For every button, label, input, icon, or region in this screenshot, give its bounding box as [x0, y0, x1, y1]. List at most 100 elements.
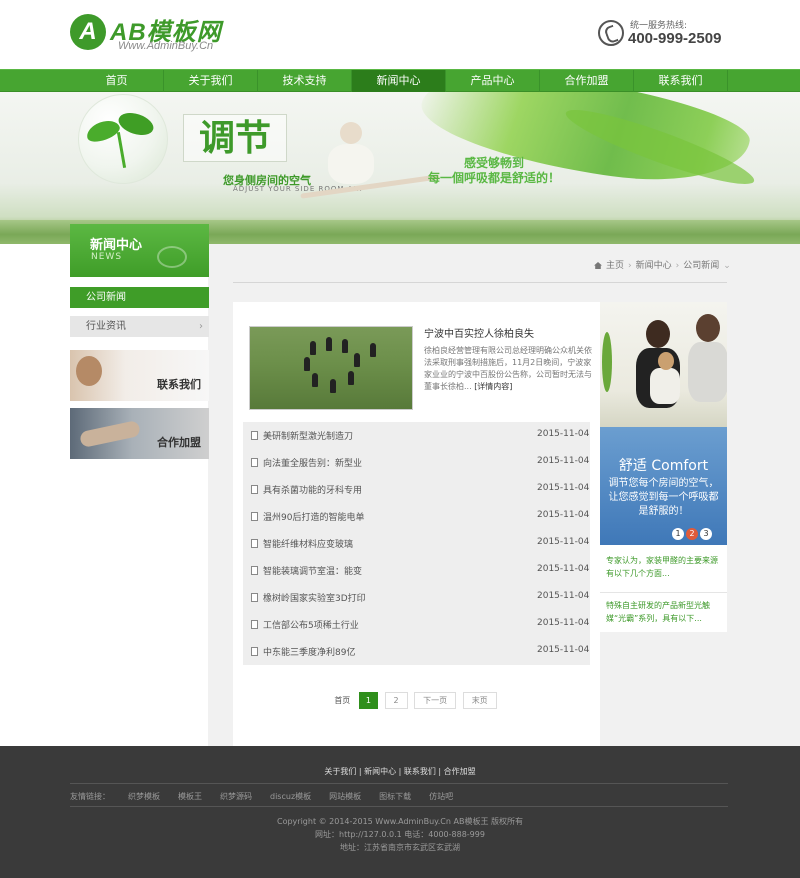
pagination: 首页 1 2 下一页 末页 — [233, 692, 600, 710]
breadcrumb-home[interactable]: 主页 — [606, 261, 624, 271]
sidebar-item-industry-news[interactable]: 行业资讯 › — [70, 316, 209, 337]
document-icon — [251, 431, 258, 440]
news-title[interactable]: 智能纤维材料应变玻璃 — [263, 537, 353, 550]
nav-item-support[interactable]: 技术支持 — [258, 70, 352, 92]
slider-dot[interactable]: 3 — [700, 528, 712, 540]
featured-news-title[interactable]: 宁波中百实控人徐柏良失 — [424, 325, 534, 340]
friend-links: 友情链接： 织梦模板 模板王 织梦源码 discuz模板 网站模板 图标下载 仿站吧 — [70, 791, 471, 802]
breadcrumb-news[interactable]: 新闻中心 — [636, 261, 672, 271]
chevron-right-icon: › — [199, 321, 203, 332]
footer-link-separator: | — [396, 767, 404, 776]
logo-subtitle: Www.AdminBuy.Cn — [118, 40, 214, 52]
person-head — [658, 352, 674, 370]
list-item[interactable]: 温州90后打造的智能电单 2015-11-04 — [243, 503, 590, 530]
person-figure — [348, 371, 354, 385]
sidebar-title-en: NEWS — [91, 252, 123, 262]
featured-news-more-link[interactable]: [详情内容] — [474, 382, 512, 391]
footer-link-contact[interactable]: 联系我们 — [404, 767, 436, 776]
comfort-ad[interactable]: 舒适 Comfort 调节您每个房间的空气，让您感觉到每一个呼吸都是舒服的！ 1… — [600, 427, 727, 545]
person-figure — [342, 339, 348, 353]
sidebar-header: 新闻中心 NEWS — [70, 224, 209, 277]
pagination-page[interactable]: 2 — [384, 692, 408, 709]
list-item[interactable]: 橡树岭国家实验室3D打印 2015-11-04 — [243, 584, 590, 611]
contact-us-ad[interactable]: 联系我们 — [70, 350, 209, 401]
news-title[interactable]: 橡树岭国家实验室3D打印 — [263, 591, 366, 604]
news-date: 2015-11-04 — [537, 429, 590, 439]
news-title[interactable]: 美研制新型激光制造刀 — [263, 429, 353, 442]
breadcrumb-company-news[interactable]: 公司新闻 — [683, 261, 719, 271]
join-us-ad-label: 合作加盟 — [157, 436, 201, 449]
news-date: 2015-11-04 — [537, 645, 590, 655]
sidebar-item-company-news[interactable]: 公司新闻 — [70, 287, 209, 308]
friend-link[interactable]: 织梦源码 — [220, 792, 252, 801]
side-news-item[interactable]: 特殊自主研发的产品新型光触媒“光霸”系列，具有以下... — [600, 599, 727, 625]
banner-slogan-line2: 每一個呼吸都是舒适的！ — [428, 171, 561, 185]
friend-link[interactable]: 仿站吧 — [429, 792, 453, 801]
footer-link-about[interactable]: 关于我们 — [324, 767, 356, 776]
friend-link[interactable]: 网站模板 — [329, 792, 361, 801]
document-icon — [251, 539, 258, 548]
list-item[interactable]: 具有杀菌功能的牙科专用 2015-11-04 — [243, 476, 590, 503]
slider-dot-active[interactable]: 2 — [686, 528, 698, 540]
comfort-ad-title: 舒适 Comfort — [618, 458, 709, 474]
footer-link-join[interactable]: 合作加盟 — [444, 767, 476, 776]
footer-link-news[interactable]: 新闻中心 — [364, 767, 396, 776]
pagination-first[interactable]: 首页 — [334, 695, 350, 706]
list-item[interactable]: 中东能三季度净利89亿 2015-11-04 — [243, 638, 590, 665]
nav-item-about[interactable]: 关于我们 — [164, 70, 258, 92]
list-item[interactable]: 智能纤维材料应变玻璃 2015-11-04 — [243, 530, 590, 557]
news-title[interactable]: 温州90后打造的智能电单 — [263, 510, 364, 523]
join-us-ad[interactable]: 合作加盟 — [70, 408, 209, 459]
friend-link[interactable]: discuz模板 — [270, 792, 311, 801]
news-date: 2015-11-04 — [537, 591, 590, 601]
slider-dot[interactable]: 1 — [672, 528, 684, 540]
news-date: 2015-11-04 — [537, 537, 590, 547]
list-item[interactable]: 美研制新型激光制造刀 2015-11-04 — [243, 422, 590, 449]
news-title[interactable]: 智能装璃调节室温：能变 — [263, 564, 362, 577]
document-icon — [251, 620, 258, 629]
nav-item-products[interactable]: 产品中心 — [446, 70, 540, 92]
hotline: 统一服务热线: 400-999-2509 — [598, 18, 738, 52]
breadcrumb-separator: › — [628, 261, 632, 271]
news-title[interactable]: 具有杀菌功能的牙科专用 — [263, 483, 362, 496]
right-column: 舒适 Comfort 调节您每个房间的空气，让您感觉到每一个呼吸都是舒服的！ 1… — [600, 302, 727, 632]
friend-link[interactable]: 图标下载 — [379, 792, 411, 801]
pagination-next[interactable]: 下一页 — [414, 692, 457, 709]
home-icon — [594, 262, 602, 269]
side-news-item[interactable]: 专家认为，家装甲醛的主要来源有以下几个方面... — [600, 554, 727, 580]
banner-slogan: 感受够畅到 每一個呼吸都是舒适的！ — [428, 156, 560, 186]
nav-item-contact[interactable]: 联系我们 — [634, 70, 728, 92]
person-figure — [326, 337, 332, 351]
banner-slogan-line1: 感受够畅到 — [464, 156, 525, 170]
person-figure — [310, 341, 316, 355]
nav-item-home[interactable]: 首页 — [70, 70, 164, 92]
news-title[interactable]: 中东能三季度净利89亿 — [263, 645, 355, 658]
dancer-figure — [340, 122, 362, 144]
news-list: 美研制新型激光制造刀 2015-11-04 向法董全服告别：新型业 2015-11-… — [243, 422, 590, 665]
person-head — [696, 314, 720, 342]
nav-item-news[interactable]: 新闻中心 — [352, 70, 446, 92]
document-icon — [251, 512, 258, 521]
hotline-number: 400-999-2509 — [628, 30, 722, 47]
person-figure — [312, 373, 318, 387]
document-icon — [251, 593, 258, 602]
header: A AB模板网 Www.AdminBuy.Cn 统一服务热线: 400-999-… — [0, 0, 800, 69]
list-item[interactable]: 智能装璃调节室温：能变 2015-11-04 — [243, 557, 590, 584]
pagination-last[interactable]: 末页 — [462, 692, 497, 709]
news-title[interactable]: 向法董全服告别：新型业 — [263, 456, 362, 469]
friend-link[interactable]: 织梦模板 — [128, 792, 160, 801]
list-item[interactable]: 向法董全服告别：新型业 2015-11-04 — [243, 449, 590, 476]
breadcrumb-separator: › — [675, 261, 680, 271]
pagination-page-current[interactable]: 1 — [358, 692, 378, 709]
footer-divider — [70, 806, 728, 807]
handshake-image — [78, 419, 142, 449]
sidebar-item-label: 行业资讯 — [86, 321, 126, 332]
person-figure — [330, 379, 336, 393]
friend-link[interactable]: 模板王 — [178, 792, 202, 801]
dancer-figure — [328, 144, 374, 184]
footer-copyright: Copyright © 2014-2015 Www.AdminBuy.Cn AB… — [0, 815, 800, 854]
list-item[interactable]: 工信部公布5项稀土行业 2015-11-04 — [243, 611, 590, 638]
nav-item-join[interactable]: 合作加盟 — [540, 70, 634, 92]
news-title[interactable]: 工信部公布5项稀土行业 — [263, 618, 359, 631]
featured-news-image[interactable] — [249, 326, 413, 410]
